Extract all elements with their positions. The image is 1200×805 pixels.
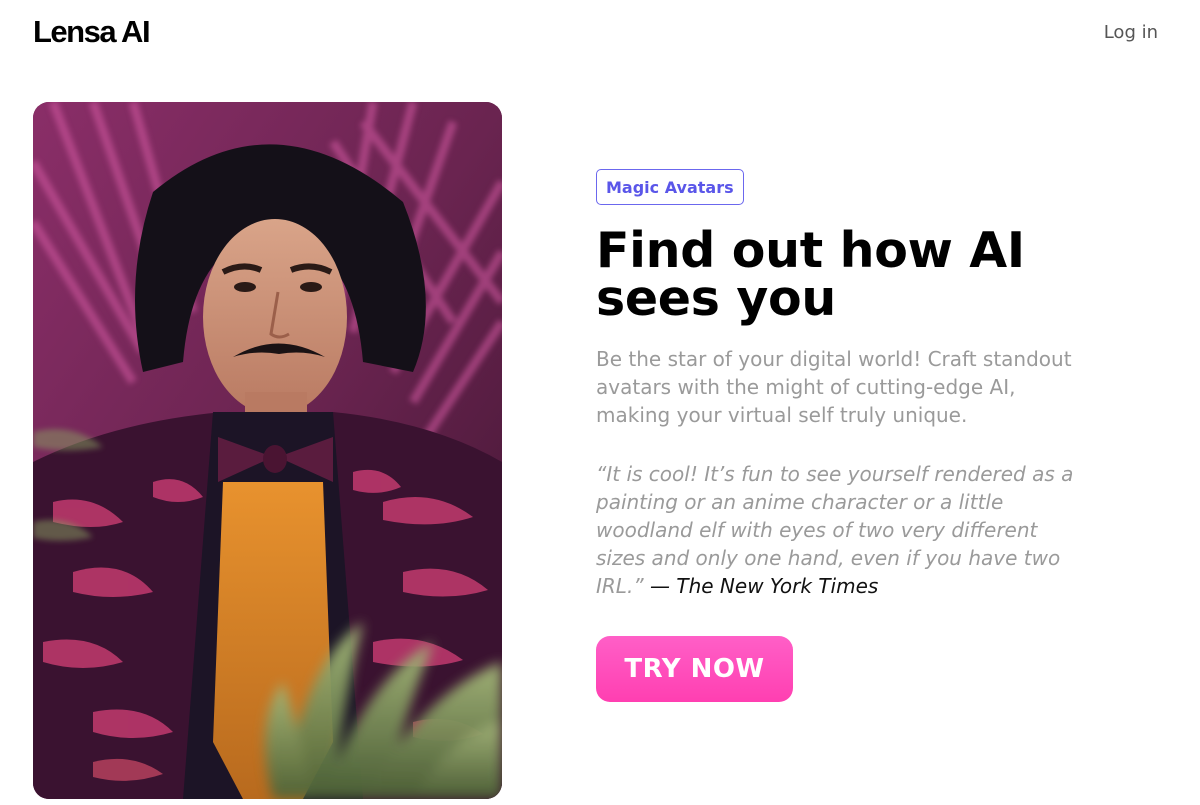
- page-title: Find out how AI sees you: [596, 222, 1025, 327]
- quote-source: — The New York Times: [650, 574, 879, 598]
- magic-avatars-badge: Magic Avatars: [596, 169, 744, 205]
- try-now-button[interactable]: TRY NOW: [596, 636, 793, 702]
- hero-description: Be the star of your digital world! Craft…: [596, 347, 1072, 427]
- site-header: Lensa AI Log in: [0, 0, 1200, 70]
- press-quote: “It is cool! It’s fun to see yourself re…: [596, 460, 1086, 600]
- hero-content: Magic Avatars Find out how AI sees you B…: [596, 169, 1086, 702]
- hero-portrait-image: [33, 102, 502, 799]
- logo[interactable]: Lensa AI: [33, 14, 151, 50]
- login-link[interactable]: Log in: [1104, 22, 1158, 43]
